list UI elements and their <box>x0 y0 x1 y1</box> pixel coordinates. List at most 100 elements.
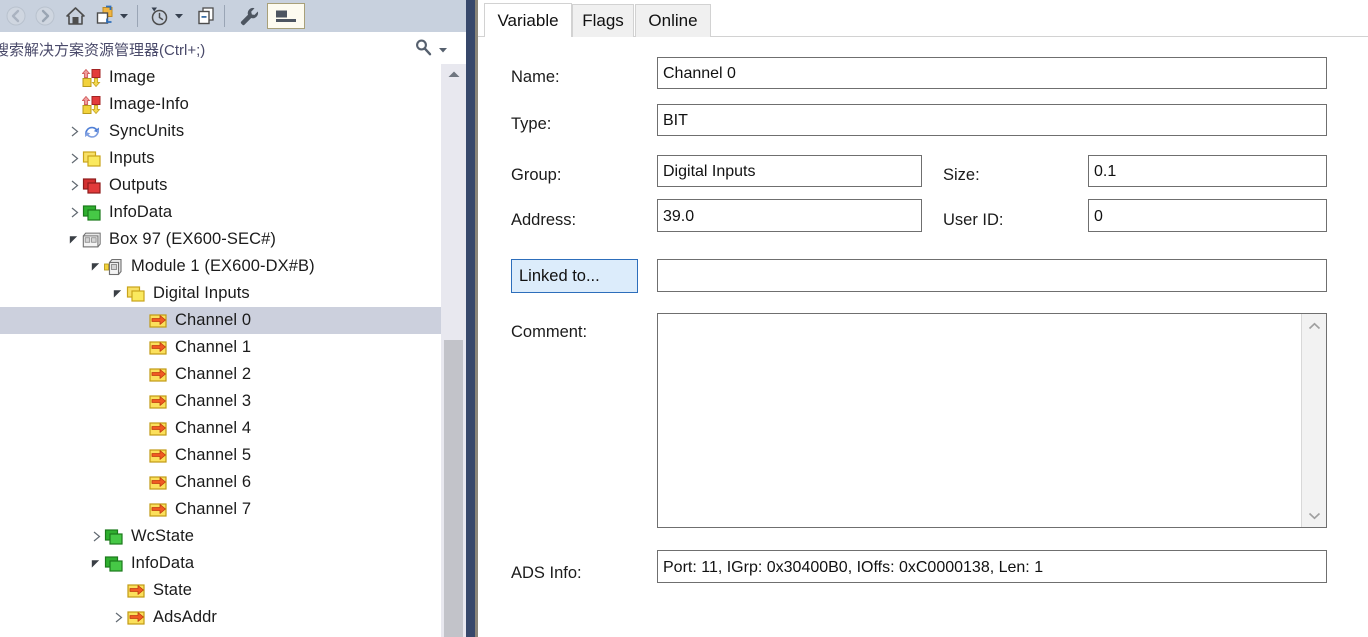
scrollbar-thumb[interactable] <box>444 340 463 637</box>
chevron-down-icon[interactable] <box>115 3 133 29</box>
expander-expanded-icon[interactable] <box>88 253 104 280</box>
sync-units-icon <box>82 122 102 142</box>
tree-item-module-1-ex600-dx-b[interactable]: Module 1 (EX600-DX#B) <box>0 253 441 280</box>
expander-collapsed-icon[interactable] <box>110 604 126 631</box>
tree-item-channel-1[interactable]: Channel 1 <box>0 334 441 361</box>
group-field[interactable] <box>657 155 922 187</box>
properties-icon[interactable] <box>234 3 264 29</box>
folder-green-icon <box>104 527 124 547</box>
search-bar <box>0 32 466 65</box>
tab-variable[interactable]: Variable <box>484 3 572 37</box>
tree-item-syncunits[interactable]: SyncUnits <box>0 118 441 145</box>
folder-green-icon <box>104 554 124 574</box>
expander-collapsed-icon[interactable] <box>66 199 82 226</box>
linked-to-field[interactable] <box>657 259 1327 292</box>
pane-splitter[interactable] <box>466 0 475 637</box>
folder-yellow-icon <box>82 149 102 169</box>
comment-textarea[interactable] <box>658 314 1302 527</box>
group-label: Group: <box>511 166 562 184</box>
tree-item-outputs[interactable]: Outputs <box>0 172 441 199</box>
tree-item-channel-3[interactable]: Channel 3 <box>0 388 441 415</box>
tab-flags-label: Flags <box>582 11 624 30</box>
variable-in-icon <box>148 419 168 439</box>
show-all-files-icon[interactable] <box>192 3 220 29</box>
scroll-up-icon[interactable] <box>441 64 466 84</box>
comment-box[interactable] <box>657 313 1327 528</box>
expander-expanded-icon[interactable] <box>66 226 82 253</box>
folder-yellow-icon <box>126 284 146 304</box>
variable-editor-pane: Variable Flags Online Name: Type: Group:… <box>478 0 1368 637</box>
tree-item-adsaddr[interactable]: AdsAddr <box>0 604 441 631</box>
tree-item-label: Channel 1 <box>175 338 252 356</box>
tree-vertical-scrollbar[interactable] <box>441 64 466 637</box>
tree-item-channel-5[interactable]: Channel 5 <box>0 442 441 469</box>
type-field[interactable] <box>657 104 1327 136</box>
forward-icon[interactable] <box>31 3 59 29</box>
expander-expanded-icon[interactable] <box>110 280 126 307</box>
tree-item-image[interactable]: Image <box>0 64 441 91</box>
tree-item-box-97-ex600-sec[interactable]: Box 97 (EX600-SEC#) <box>0 226 441 253</box>
solution-tree[interactable]: Image Image-Info SyncUnits Inputs Outputs Inf… <box>0 64 441 637</box>
variable-in-icon <box>148 365 168 385</box>
tree-item-channel-7[interactable]: Channel 7 <box>0 496 441 523</box>
userid-field[interactable] <box>1088 199 1327 232</box>
tab-flags[interactable]: Flags <box>572 4 634 37</box>
tab-online[interactable]: Online <box>635 4 711 37</box>
expander-collapsed-icon[interactable] <box>66 145 82 172</box>
chevron-down-icon[interactable] <box>170 3 188 29</box>
linked-to-button[interactable]: Linked to... <box>511 259 638 293</box>
comment-vertical-scrollbar[interactable] <box>1301 314 1326 527</box>
tree-item-label: Image <box>109 68 156 86</box>
back-icon[interactable] <box>2 3 30 29</box>
scroll-down-icon[interactable] <box>1302 505 1326 525</box>
type-label: Type: <box>511 115 552 133</box>
tree-item-label: Outputs <box>109 176 168 194</box>
tree-item-inputs[interactable]: Inputs <box>0 145 441 172</box>
expander-collapsed-icon[interactable] <box>66 118 82 145</box>
tree-item-digital-inputs[interactable]: Digital Inputs <box>0 280 441 307</box>
pending-changes-icon[interactable] <box>145 3 173 29</box>
collapse-icon[interactable] <box>267 3 305 29</box>
tree-item-state[interactable]: State <box>0 577 441 604</box>
variable-in-icon <box>126 581 146 601</box>
tree-item-label: Channel 0 <box>175 311 252 329</box>
tree-item-image-info[interactable]: Image-Info <box>0 91 441 118</box>
search-input[interactable] <box>0 36 396 62</box>
tree-item-label: Digital Inputs <box>153 284 250 302</box>
variable-in-icon <box>148 338 168 358</box>
tab-online-label: Online <box>648 11 698 30</box>
scroll-up-icon[interactable] <box>1302 316 1326 336</box>
tree-item-label: Channel 2 <box>175 365 252 383</box>
tree-item-infodata[interactable]: InfoData <box>0 550 441 577</box>
chevron-down-icon[interactable] <box>438 41 448 59</box>
tree-item-wcstate[interactable]: WcState <box>0 523 441 550</box>
variable-form: Name: Type: Group: Size: Address: User I… <box>478 38 1368 637</box>
module-icon <box>104 257 124 277</box>
tree-item-channel-2[interactable]: Channel 2 <box>0 361 441 388</box>
tree-item-channel-6[interactable]: Channel 6 <box>0 469 441 496</box>
tree-item-infodata[interactable]: InfoData <box>0 199 441 226</box>
image-io-icon <box>82 95 102 115</box>
linked-to-button-label: Linked to... <box>519 266 600 285</box>
home-icon[interactable] <box>61 3 89 29</box>
name-field[interactable] <box>657 57 1327 89</box>
tree-item-label: SyncUnits <box>109 122 185 140</box>
tree-item-label: Inputs <box>109 149 155 167</box>
expander-collapsed-icon[interactable] <box>88 523 104 550</box>
tree-item-channel-4[interactable]: Channel 4 <box>0 415 441 442</box>
tree-item-channel-0[interactable]: Channel 0 <box>0 307 441 334</box>
address-field[interactable] <box>657 199 922 232</box>
variable-in-icon <box>148 311 168 331</box>
expander-collapsed-icon[interactable] <box>66 172 82 199</box>
ads-info-field[interactable] <box>657 550 1327 583</box>
tree-item-label: WcState <box>131 527 195 545</box>
variable-in-icon <box>148 473 168 493</box>
name-label: Name: <box>511 68 560 86</box>
editor-tabstrip: Variable Flags Online <box>478 0 1368 38</box>
tree-item-label: Channel 3 <box>175 392 252 410</box>
comment-label: Comment: <box>511 323 588 341</box>
tree-item-label: Channel 5 <box>175 446 252 464</box>
size-field[interactable] <box>1088 155 1327 187</box>
search-icon[interactable] <box>414 38 433 62</box>
expander-expanded-icon[interactable] <box>88 550 104 577</box>
